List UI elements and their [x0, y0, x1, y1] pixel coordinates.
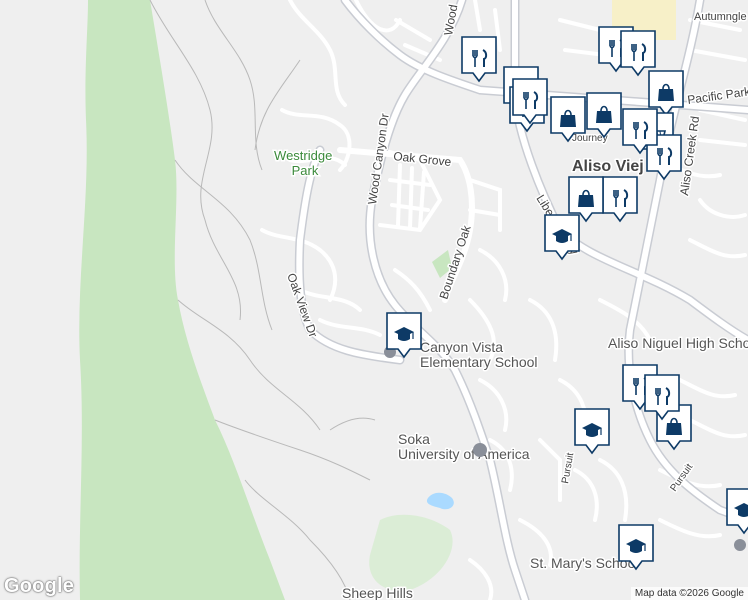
google-logo: Google: [4, 575, 75, 597]
place-label-sheep-hills: Sheep Hills: [342, 585, 413, 600]
road-label-autumngle: Autumngle: [694, 11, 747, 23]
school-pin-icon-2: [734, 539, 746, 551]
place-label-aliso-niguel: Aliso Niguel High Scho: [608, 335, 748, 351]
map-canvas[interactable]: Wood Wood Canyon Dr Oak Grove Boundary O…: [0, 0, 748, 600]
university-pin-icon: [473, 443, 487, 457]
map-attribution[interactable]: Map data ©2026 Google: [630, 587, 748, 600]
westridge-park-line: Westridge: [274, 148, 332, 163]
place-label-aliso-viejo: Aliso Viej: [572, 158, 644, 175]
westridge-park-line-2: Park: [292, 163, 319, 178]
